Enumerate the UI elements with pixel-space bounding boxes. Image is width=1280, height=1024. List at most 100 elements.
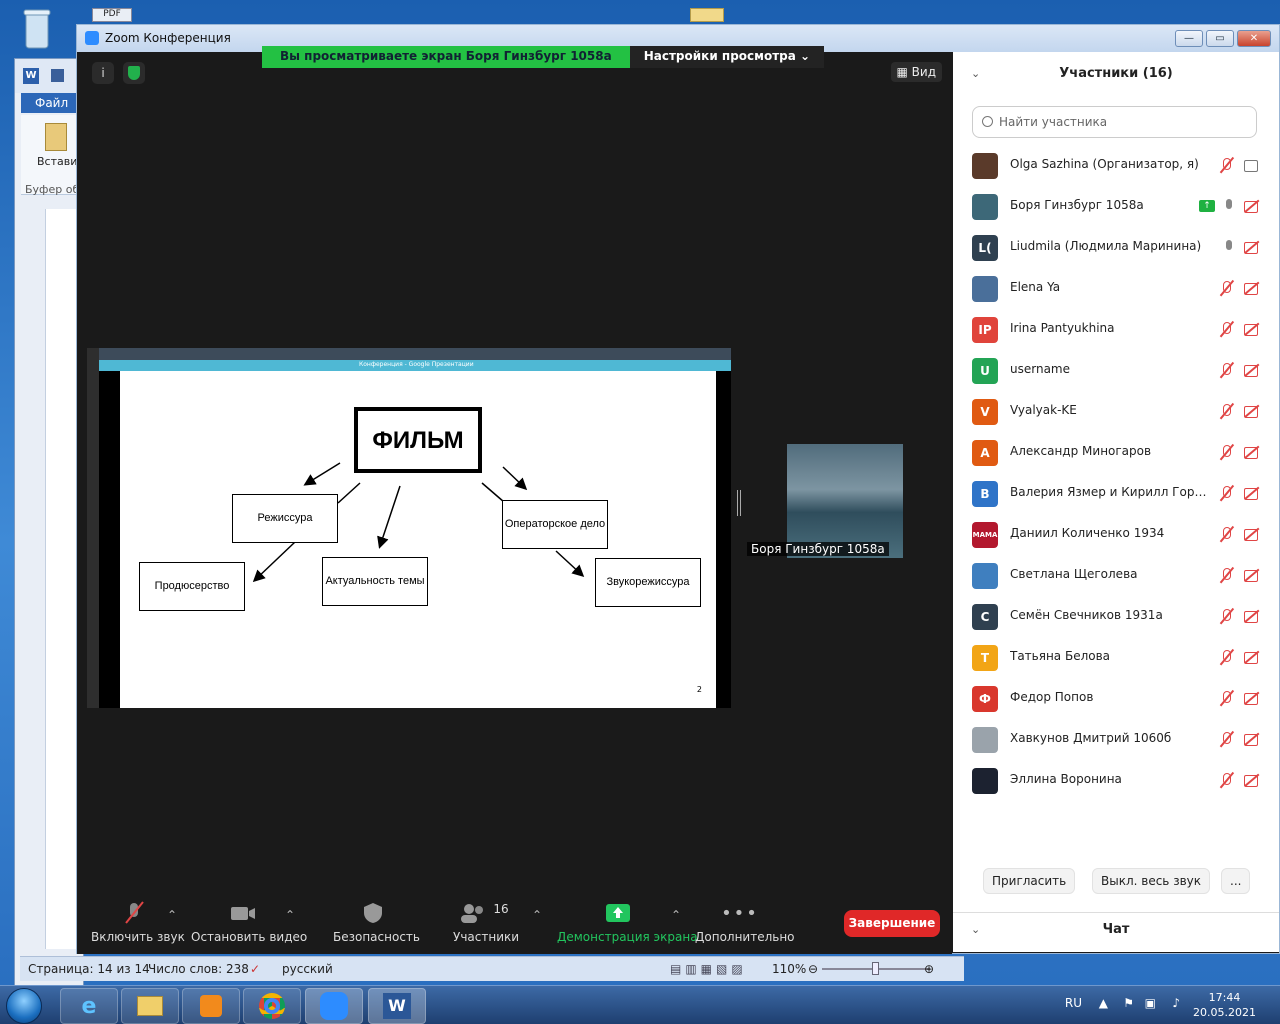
share-options-caret[interactable]: ⌃ <box>671 908 681 922</box>
network-icon[interactable]: ▣ <box>1145 996 1156 1010</box>
close-button[interactable]: ✕ <box>1237 30 1271 47</box>
participant-row[interactable]: С Семён Свечников 1931а <box>953 596 1279 637</box>
participant-video-thumbnail[interactable]: Боря Гинзбург 1058а <box>747 444 903 558</box>
participant-row[interactable]: Эллина Воронина <box>953 760 1279 801</box>
stop-video-button[interactable]: Остановить видео <box>191 900 307 944</box>
arrow-to-directing <box>303 462 341 486</box>
view-button[interactable]: ▦ Вид <box>890 62 942 82</box>
minimize-button[interactable]: — <box>1175 30 1203 47</box>
participant-row[interactable]: MAMA Даниил Количенко 1934 <box>953 514 1279 555</box>
muted-mic-icon <box>1218 608 1235 624</box>
zoom-level[interactable]: 110% <box>772 962 806 976</box>
chat-header[interactable]: ⌄ Чат <box>953 912 1279 946</box>
more-button[interactable]: ••• Дополнительно <box>695 900 795 945</box>
taskbar-word[interactable]: W <box>368 988 426 1024</box>
folder-icon[interactable] <box>690 8 724 22</box>
unmute-button[interactable]: Включить звук <box>91 900 185 944</box>
share-screen-icon <box>606 904 630 922</box>
collapse-chevron-icon[interactable]: ⌄ <box>971 52 980 96</box>
media-player-icon <box>200 995 222 1017</box>
participant-row[interactable]: Т Татьяна Белова <box>953 637 1279 678</box>
clock[interactable]: 17:44 20.05.2021 <box>1193 990 1256 1020</box>
share-screen-button[interactable]: Демонстрация экрана <box>557 900 698 944</box>
participant-row[interactable]: V Vyalyak-KE <box>953 391 1279 432</box>
video-off-icon <box>1243 773 1261 787</box>
proofing-icon[interactable]: ✓ <box>250 962 260 976</box>
splitter-handle[interactable] <box>737 490 741 516</box>
muted-mic-icon <box>1218 362 1235 378</box>
participant-row[interactable]: L(Liudmila (Людмила Маринина) <box>953 227 1279 268</box>
language-indicator[interactable]: русский <box>282 962 333 976</box>
word-count[interactable]: Число слов: 238 <box>148 962 249 976</box>
zoom-in-icon[interactable]: ⊕ <box>924 962 934 976</box>
screen-share-banner: Вы просматриваете экран Боря Гинзбург 10… <box>262 46 825 68</box>
pdf-file-icon[interactable]: PDF <box>92 8 132 22</box>
volume-icon[interactable]: ♪ <box>1172 996 1180 1010</box>
audio-options-caret[interactable]: ⌃ <box>167 908 177 922</box>
save-icon[interactable] <box>51 69 64 82</box>
taskbar-zoom[interactable] <box>305 988 363 1024</box>
meeting-toolbar: Включить звук ⌃ Остановить видео ⌃ Безоп… <box>77 900 952 954</box>
participant-row[interactable]: Elena Ya <box>953 268 1279 309</box>
page-count[interactable]: Страница: 14 из 14 <box>28 962 150 976</box>
browser-address-bar: Конференция - Google Презентации <box>99 360 731 371</box>
action-center-icon[interactable]: ⚑ <box>1123 996 1134 1010</box>
taskbar-chrome[interactable] <box>243 988 301 1024</box>
participant-row[interactable]: Ф Федор Попов <box>953 678 1279 719</box>
participant-row[interactable]: Светлана Щеголева <box>953 555 1279 596</box>
encryption-shield-icon[interactable] <box>123 62 145 84</box>
security-button[interactable]: Безопасность <box>333 900 420 944</box>
arrow-to-relevance <box>377 485 401 549</box>
keyboard-language[interactable]: RU <box>1065 996 1082 1010</box>
participant-status-icons <box>1218 608 1261 624</box>
recycle-bin-icon[interactable] <box>20 6 54 52</box>
video-off-icon <box>1243 527 1261 541</box>
chat-chevron-icon[interactable]: ⌄ <box>971 913 980 947</box>
participant-status-icons <box>1218 731 1261 747</box>
arrow-to-camera <box>502 466 528 491</box>
panel-more-button[interactable]: ... <box>1221 868 1251 894</box>
video-off-icon <box>1243 281 1261 295</box>
taskbar-explorer[interactable] <box>121 988 179 1024</box>
avatar: MAMA <box>972 522 998 548</box>
participant-row[interactable]: В Валерия Язмер и Кирилл Горш... <box>953 473 1279 514</box>
muted-mic-icon <box>1218 526 1235 542</box>
paste-icon[interactable] <box>45 123 67 151</box>
participant-status-icons: ↑ <box>1199 198 1261 214</box>
view-options-dropdown[interactable]: Настройки просмотра ⌄ <box>629 46 825 68</box>
shared-screen[interactable]: Конференция - Google Презентации ФИЛЬМ Р… <box>87 348 731 708</box>
participants-button[interactable]: 16 Участники <box>453 900 519 944</box>
participant-name: Olga Sazhina (Организатор, я) <box>1010 157 1199 171</box>
participant-row[interactable]: Хавкунов Дмитрий 1060б <box>953 719 1279 760</box>
video-off-icon <box>1243 609 1261 623</box>
start-button[interactable] <box>6 988 42 1024</box>
internet-explorer-icon: e <box>81 993 97 1019</box>
participant-row[interactable]: Olga Sazhina (Организатор, я) <box>953 145 1279 186</box>
end-meeting-button[interactable]: Завершение <box>844 910 940 937</box>
video-off-icon <box>1243 322 1261 336</box>
info-icon[interactable]: i <box>92 62 114 84</box>
mute-all-button[interactable]: Выкл. весь звук <box>1092 868 1210 894</box>
participant-row[interactable]: А Александр Миногаров <box>953 432 1279 473</box>
video-options-caret[interactable]: ⌃ <box>285 908 295 922</box>
taskbar-media[interactable] <box>182 988 240 1024</box>
participant-status-icons <box>1218 772 1261 788</box>
tray-arrow-icon[interactable]: ▲ <box>1099 996 1108 1010</box>
invite-button[interactable]: Пригласить <box>983 868 1076 894</box>
zoom-slider[interactable] <box>822 962 930 975</box>
participant-row[interactable]: IP Irina Pantyukhina <box>953 309 1279 350</box>
participant-status-icons <box>1218 157 1261 173</box>
search-placeholder: Найти участника <box>999 115 1108 129</box>
maximize-button[interactable]: ▭ <box>1206 30 1234 47</box>
zoom-out-icon[interactable]: ⊖ <box>808 962 818 976</box>
participant-row[interactable]: Боря Гинзбург 1058а ↑ <box>953 186 1279 227</box>
participants-options-caret[interactable]: ⌃ <box>532 908 542 922</box>
participant-row[interactable]: Uusername <box>953 350 1279 391</box>
view-layout-icons[interactable]: ▤▥▦▧▨ <box>670 962 747 976</box>
word-file-tab[interactable]: Файл <box>21 93 77 113</box>
video-off-icon <box>1243 199 1261 213</box>
participant-search-input[interactable]: Найти участника <box>972 106 1257 138</box>
muted-mic-icon <box>1218 280 1235 296</box>
taskbar-ie[interactable]: e <box>60 988 118 1024</box>
word-icon[interactable]: W <box>23 68 39 84</box>
